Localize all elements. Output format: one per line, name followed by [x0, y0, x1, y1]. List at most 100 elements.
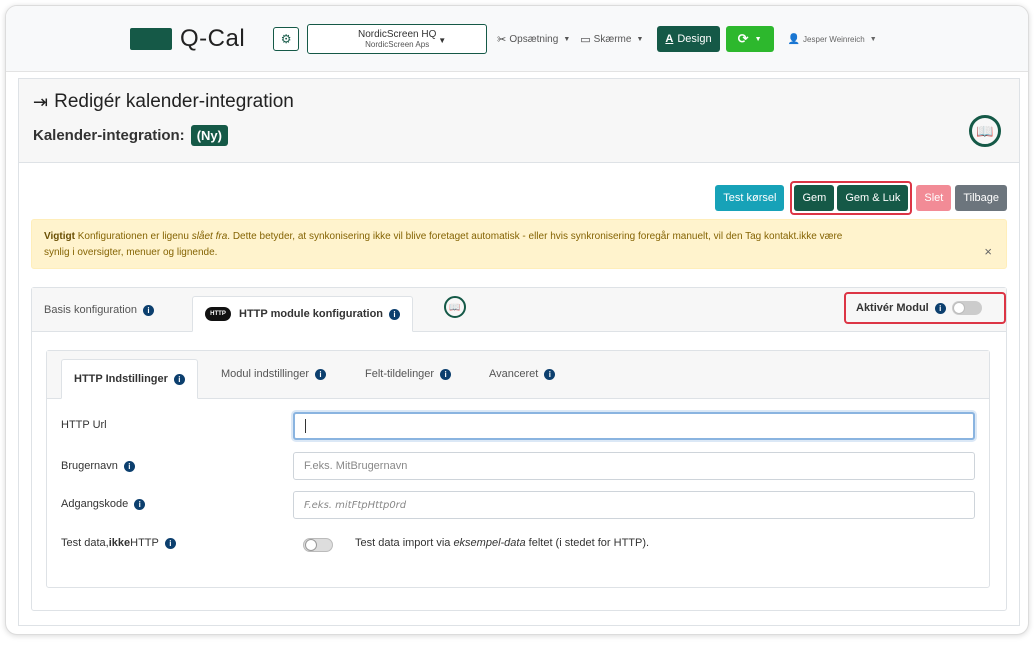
http-cloud-icon: HTTP — [205, 307, 231, 321]
alert-em: slået fra — [191, 231, 228, 242]
alert-text-1: Konfigurationen er ligenu — [74, 231, 192, 242]
page-subtitle-text: Kalender-integration: — [33, 127, 185, 144]
url-label-text: HTTP Url — [61, 419, 107, 431]
close-icon[interactable]: × — [984, 244, 992, 260]
design-button[interactable]: A Design — [657, 26, 720, 52]
alert-line-1: Vigtigt Konfigurationen er ligenu slået … — [44, 229, 994, 245]
sync-icon: ⟳ — [737, 31, 749, 46]
logo-text: Q-Cal — [180, 25, 246, 52]
sign-in-icon: ⇥ — [33, 91, 49, 112]
alert-strong: Vigtigt — [44, 231, 75, 242]
http-settings-card: HTTP Indstillinger i Modul indstillinger… — [46, 350, 990, 588]
chevron-down-icon: ▼ — [869, 35, 877, 43]
tab-basis-label: Basis konfiguration — [44, 304, 137, 316]
info-icon: i — [173, 373, 185, 385]
tab-http-label: HTTP module konfiguration — [239, 308, 384, 320]
design-icon: A — [665, 33, 674, 45]
sync-button[interactable]: ⟳ ▼ — [725, 26, 774, 52]
tab-module-settings[interactable]: Modul indstillinger i — [221, 368, 327, 380]
settings-cogs-button[interactable]: ⚙ — [273, 27, 300, 51]
page-header: ⇥ Redigér kalender-integration Kalender-… — [19, 79, 1019, 163]
tab-advanced[interactable]: Avanceret i — [489, 368, 556, 380]
page-card: ⇥ Redigér kalender-integration Kalender-… — [18, 78, 1020, 626]
page-title: ⇥ Redigér kalender-integration — [33, 91, 294, 113]
test-data-toggle[interactable] — [303, 538, 333, 552]
chevron-down-icon: ▼ — [563, 35, 571, 43]
text-cursor — [305, 419, 306, 433]
tab-module-settings-label: Modul indstillinger — [221, 368, 310, 380]
chevron-down-icon: ▼ — [636, 35, 644, 43]
top-navbar: Q-Cal ⚙ NordicScreen HQ NordicScreen Aps… — [6, 6, 1028, 72]
url-label: HTTP Url — [61, 419, 107, 431]
test-label-post: HTTP — [130, 537, 159, 549]
book-help-icon[interactable]: 📖 — [444, 296, 466, 318]
info-icon: i — [934, 302, 946, 314]
info-icon: i — [134, 498, 146, 510]
help-book-icon[interactable]: 📖 — [969, 115, 1001, 147]
logo-mark — [130, 28, 172, 50]
username-label-text: Brugernavn — [61, 460, 118, 472]
user-gear-icon: 👤 — [787, 33, 801, 45]
setup-menu-label: Opsætning — [509, 33, 559, 45]
test-text-pre: Test data import via — [355, 537, 454, 549]
page-title-text: Redigér kalender-integration — [54, 91, 294, 112]
test-text-em: eksempel-data — [453, 537, 526, 549]
toggle-knob — [952, 302, 965, 314]
screens-menu[interactable]: ▭ Skærme ▼ — [580, 33, 643, 46]
user-menu-label: Jesper Weinreich — [803, 34, 865, 44]
info-icon: i — [164, 537, 176, 549]
password-placeholder: F.eks. mitFtpHttp0rd — [304, 499, 407, 511]
save-button[interactable]: Gem — [794, 185, 835, 211]
toggle-knob — [305, 539, 317, 551]
test-data-description: Test data import via eksempel-data felte… — [355, 537, 649, 549]
org-name: NordicScreen HQ — [357, 28, 437, 40]
delete-button[interactable]: Slet — [916, 185, 952, 211]
test-text-post: feltet (i stedet for HTTP). — [525, 537, 650, 549]
password-input[interactable]: F.eks. mitFtpHttp0rd — [293, 491, 975, 519]
alert-line-2: synlig i oversigter, menuer og lignende. — [44, 247, 218, 258]
action-toolbar: Test kørsel Gem Gem & Luk Slet Tilbage — [711, 181, 1007, 215]
tab-http-settings-label: HTTP Indstillinger — [74, 373, 168, 385]
activate-module-control: Aktivér Modul i — [844, 292, 1006, 324]
user-menu[interactable]: 👤 Jesper Weinreich ▼ — [788, 34, 877, 45]
save-highlight: Gem Gem & Luk — [790, 181, 913, 215]
info-icon: i — [142, 304, 154, 316]
warning-alert: Vigtigt Konfigurationen er ligenu slået … — [31, 219, 1007, 269]
info-icon: i — [544, 368, 556, 380]
info-icon: i — [123, 460, 135, 472]
app-frame: Q-Cal ⚙ NordicScreen HQ NordicScreen Aps… — [5, 5, 1029, 635]
back-button[interactable]: Tilbage — [955, 185, 1007, 211]
tab-http-module-config[interactable]: HTTP HTTP module konfiguration i — [192, 296, 414, 332]
username-placeholder: F.eks. MitBrugernavn — [304, 460, 408, 472]
username-input[interactable]: F.eks. MitBrugernavn — [293, 452, 975, 480]
module-config-card: Basis konfiguration i HTTP HTTP module k… — [31, 287, 1007, 611]
tab-http-settings[interactable]: HTTP Indstillinger i — [61, 359, 198, 399]
tools-icon: ✂ — [497, 33, 507, 46]
screens-menu-label: Skærme — [593, 33, 632, 45]
activate-module-toggle[interactable] — [951, 301, 982, 315]
chevron-down-icon: ▼ — [754, 35, 762, 43]
password-label-text: Adgangskode — [61, 498, 129, 510]
chevron-down-icon: ▼ — [438, 36, 447, 45]
username-label: Brugernavn i — [61, 460, 135, 472]
save-close-button[interactable]: Gem & Luk — [837, 185, 909, 211]
activate-module-label: Aktivér Modul — [856, 302, 929, 314]
organization-select[interactable]: NordicScreen HQ NordicScreen Aps ▼ — [307, 24, 488, 54]
setup-menu[interactable]: ✂ Opsætning ▼ — [497, 33, 570, 46]
tab-field-mappings[interactable]: Felt-tildelinger i — [365, 368, 452, 380]
tab-basis-config[interactable]: Basis konfiguration i — [44, 304, 154, 316]
test-run-button[interactable]: Test kørsel — [715, 185, 785, 211]
design-button-label: Design — [677, 33, 712, 45]
page-subtitle: Kalender-integration: (Ny) — [33, 125, 228, 146]
test-label-pre: Test data, — [61, 537, 109, 549]
info-icon: i — [389, 308, 401, 320]
outer-tabs-bar: Basis konfiguration i HTTP HTTP module k… — [32, 288, 1006, 332]
tab-advanced-label: Avanceret — [489, 368, 539, 380]
http-url-input[interactable] — [293, 412, 975, 440]
inner-tabs-bar: HTTP Indstillinger i Modul indstillinger… — [47, 351, 989, 399]
info-icon: i — [440, 368, 452, 380]
test-label-bold: ikke — [108, 537, 131, 549]
tab-field-mappings-label: Felt-tildelinger — [365, 368, 435, 380]
status-badge: (Ny) — [190, 125, 228, 146]
alert-text-2: . Dette betyder, at synkonisering ikke v… — [227, 231, 843, 242]
